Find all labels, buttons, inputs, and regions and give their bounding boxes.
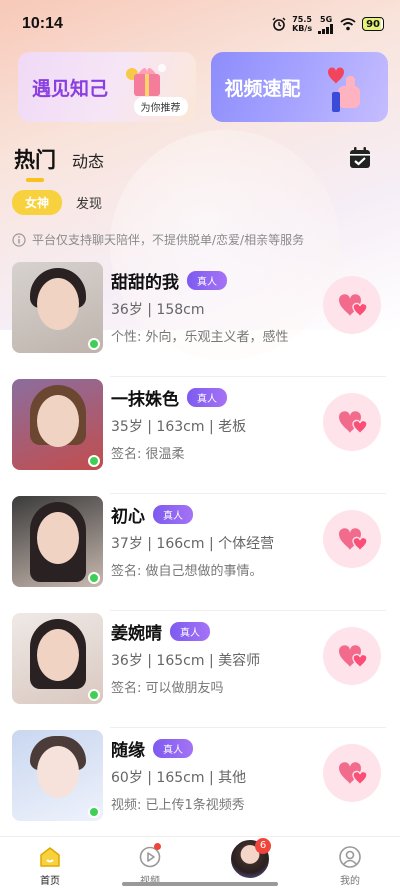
nav-label: 我的 bbox=[340, 876, 360, 887]
online-indicator bbox=[88, 455, 100, 467]
banner-row: 遇见知己 为你推荐 视频速配 bbox=[18, 52, 388, 122]
user-desc: 签名: 做自己想做的事情。 bbox=[111, 564, 263, 579]
user-meta: 60岁 | 165cm | 其他 bbox=[111, 770, 247, 786]
banner-title: 遇见知己 bbox=[32, 77, 109, 100]
net-speed: 75.5 KB/s bbox=[292, 15, 312, 33]
user-desc: 签名: 很温柔 bbox=[111, 447, 185, 462]
signal-group: 5G bbox=[318, 15, 334, 34]
calendar-check-icon[interactable] bbox=[348, 146, 372, 170]
name-line: 初心 真人 bbox=[111, 502, 193, 527]
tab-moments[interactable]: 动态 bbox=[72, 148, 104, 174]
list-item[interactable]: 甜甜的我 真人 36岁 | 158cm 个性: 外向，乐观主义者，感性 bbox=[0, 260, 400, 377]
user-desc: 签名: 可以做朋友吗 bbox=[111, 681, 224, 696]
signal-label: 5G bbox=[320, 14, 333, 24]
sub-tabs: 女神 发现 bbox=[12, 190, 102, 215]
banner-video-match[interactable]: 视频速配 bbox=[210, 52, 388, 122]
user-meta: 36岁 | 158cm bbox=[111, 302, 205, 318]
name-line: 姜婉晴 真人 bbox=[111, 619, 210, 644]
status-bar: 10:14 75.5 KB/s 5G 90 bbox=[0, 0, 400, 48]
info-icon bbox=[12, 232, 26, 247]
user-name: 甜甜的我 bbox=[111, 273, 179, 293]
wifi-icon bbox=[340, 17, 356, 30]
online-indicator bbox=[88, 806, 100, 818]
home-icon bbox=[40, 847, 60, 867]
verified-badge: 真人 bbox=[187, 388, 227, 407]
user-desc: 视频: 已上传1条视频秀 bbox=[111, 798, 245, 813]
like-button[interactable] bbox=[323, 393, 381, 451]
banner-tag: 为你推荐 bbox=[133, 97, 188, 116]
name-line: 甜甜的我 真人 bbox=[111, 268, 227, 293]
subtab-goddess[interactable]: 女神 bbox=[12, 190, 63, 215]
user-desc: 个性: 外向，乐观主义者，感性 bbox=[111, 330, 289, 345]
user-list: 甜甜的我 真人 36岁 | 158cm 个性: 外向，乐观主义者，感性 一抹姝色… bbox=[0, 260, 400, 845]
hearts-icon bbox=[339, 762, 368, 786]
like-button[interactable] bbox=[323, 627, 381, 685]
nav-profile[interactable]: 我的 bbox=[300, 837, 400, 889]
battery-level: 90 bbox=[366, 18, 380, 30]
online-indicator bbox=[88, 338, 100, 350]
user-meta: 37岁 | 166cm | 个体经营 bbox=[111, 536, 275, 552]
list-item[interactable]: 姜婉晴 真人 36岁 | 165cm | 美容师 签名: 可以做朋友吗 bbox=[0, 611, 400, 728]
main-tabs: 热门 动态 bbox=[14, 144, 104, 182]
user-name: 姜婉晴 bbox=[111, 624, 162, 644]
user-name: 随缘 bbox=[111, 741, 145, 761]
nav-label: 首页 bbox=[40, 876, 60, 887]
user-meta: 36岁 | 165cm | 美容师 bbox=[111, 653, 261, 669]
list-item[interactable]: 随缘 真人 60岁 | 165cm | 其他 视频: 已上传1条视频秀 bbox=[0, 728, 400, 845]
hearts-icon bbox=[339, 645, 368, 669]
verified-badge: 真人 bbox=[187, 271, 227, 290]
banner-meet-soulmate[interactable]: 遇见知己 为你推荐 bbox=[18, 52, 196, 122]
status-time: 10:14 bbox=[22, 15, 63, 32]
nav-home[interactable]: 首页 bbox=[0, 837, 100, 889]
hearts-icon bbox=[339, 411, 368, 435]
name-line: 一抹姝色 真人 bbox=[111, 385, 227, 410]
like-button[interactable] bbox=[323, 744, 381, 802]
online-indicator bbox=[88, 689, 100, 701]
user-name: 初心 bbox=[111, 507, 145, 527]
alarm-icon bbox=[272, 17, 286, 31]
name-line: 随缘 真人 bbox=[111, 736, 193, 761]
net-speed-value: 75.5 bbox=[292, 15, 312, 24]
unread-count-badge: 6 bbox=[255, 838, 271, 854]
hearts-icon bbox=[339, 528, 368, 552]
thumbs-up-heart-icon bbox=[328, 67, 360, 112]
home-indicator bbox=[122, 882, 278, 886]
verified-badge: 真人 bbox=[153, 739, 193, 758]
online-indicator bbox=[88, 572, 100, 584]
notification-dot bbox=[154, 843, 161, 850]
net-speed-unit: KB/s bbox=[292, 24, 313, 33]
status-icons: 75.5 KB/s 5G 90 bbox=[272, 15, 384, 34]
user-meta: 35岁 | 163cm | 老板 bbox=[111, 419, 247, 435]
profile-icon bbox=[339, 846, 361, 868]
battery-indicator: 90 bbox=[362, 17, 384, 31]
gift-box-icon bbox=[125, 64, 166, 96]
verified-badge: 真人 bbox=[170, 622, 210, 641]
hearts-icon bbox=[339, 294, 368, 318]
list-item[interactable]: 一抹姝色 真人 35岁 | 163cm | 老板 签名: 很温柔 bbox=[0, 377, 400, 494]
service-notice: 平台仅支持聊天陪伴，不提供脱单/恋爱/相亲等服务 bbox=[12, 231, 304, 248]
banner-title: 视频速配 bbox=[224, 77, 301, 100]
like-button[interactable] bbox=[323, 510, 381, 568]
signal-icon bbox=[318, 23, 334, 34]
verified-badge: 真人 bbox=[153, 505, 193, 524]
subtab-discover[interactable]: 发现 bbox=[76, 193, 102, 212]
notice-text: 平台仅支持聊天陪伴，不提供脱单/恋爱/相亲等服务 bbox=[32, 233, 305, 247]
user-name: 一抹姝色 bbox=[111, 390, 179, 410]
tab-hot[interactable]: 热门 bbox=[14, 144, 56, 182]
list-item[interactable]: 初心 真人 37岁 | 166cm | 个体经营 签名: 做自己想做的事情。 bbox=[0, 494, 400, 611]
like-button[interactable] bbox=[323, 276, 381, 334]
